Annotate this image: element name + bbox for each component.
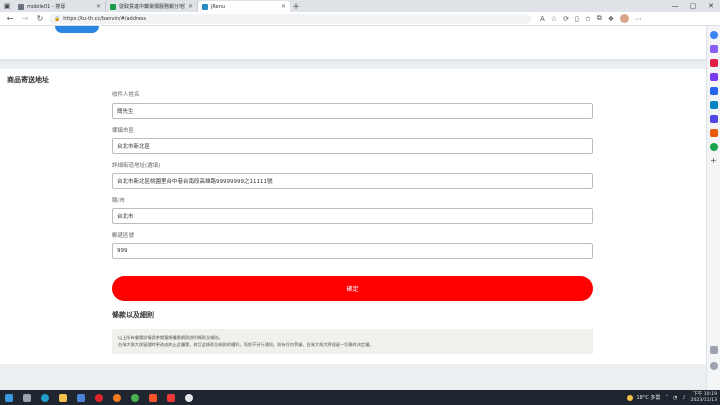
tab-title: mobile01 - 搜尋 (27, 4, 66, 10)
windows-taskbar: 18°C 多雲 ˄ ◔ ♪ 下午 10:19 2023/11/13 (0, 390, 720, 405)
terms-line: 台灣大哥大保留隨時更改或終止此優惠，修訂此條款及細則的權利，而恕不另行通知。如有… (118, 342, 374, 347)
office-icon[interactable] (710, 129, 718, 137)
postal-code-label: 郵遞區號 (112, 233, 135, 239)
opera-icon[interactable] (93, 392, 105, 404)
tab-title: jRenu (211, 3, 226, 10)
refresh-circle-icon[interactable]: ⟳ (563, 15, 569, 23)
browser-tab[interactable]: mobile01 - 搜尋 ✕ (14, 1, 106, 12)
forward-icon[interactable]: → (19, 13, 31, 25)
tab-actions-icon[interactable]: ▣ (0, 0, 14, 12)
site-favicon-icon (110, 3, 116, 10)
extensions-icon[interactable]: ❖ (608, 15, 614, 23)
tab-title: 從取貨進中藥電價服務報分地別 (119, 4, 185, 10)
browser-toolbar: ← → ↻ 🔒 https://tu-th.cc/banvin/#/addres… (0, 12, 720, 26)
weather-widget[interactable]: 18°C 多雲 (627, 394, 660, 401)
browser-tab-active[interactable]: jRenu ✕ (198, 1, 290, 12)
site-header (0, 26, 706, 59)
drop-icon[interactable] (710, 115, 718, 123)
new-tab-icon[interactable]: + (290, 1, 302, 12)
address-url: https://tu-th.cc/banvin/#/address (63, 15, 147, 22)
site-logo[interactable] (55, 26, 99, 33)
terms-box: 以上所有優惠詳情請參閱寬頻優惠網頁說明條款及細則。 台灣大哥大保留隨時更改或終止… (112, 329, 593, 354)
confirm-button[interactable]: 確定 (112, 276, 593, 301)
read-aloud-icon[interactable]: A (540, 15, 545, 23)
clock-date: 2023/11/13 (690, 397, 717, 403)
chrome-icon[interactable] (129, 392, 141, 404)
system-tray: 18°C 多雲 ˄ ◔ ♪ 下午 10:19 2023/11/13 (627, 392, 717, 404)
favorite-star-icon[interactable]: ☆ (551, 15, 557, 23)
more-menu-icon[interactable]: ⋯ (635, 15, 642, 23)
store-icon[interactable] (75, 392, 87, 404)
terms-line: 以上所有優惠詳情請參閱寬頻優惠網頁說明條款及細則。 (118, 335, 223, 340)
sidebar-toggle-icon[interactable] (710, 346, 718, 354)
edge-taskbar-icon[interactable] (39, 392, 51, 404)
minimize-icon[interactable]: — (666, 0, 684, 12)
lock-icon[interactable]: 🔒 (54, 16, 60, 22)
favorites-icon[interactable]: ✩ (585, 15, 591, 23)
toolbar-icons: A ☆ ⟳ ▯ ✩ ⧉ ❖ ⋯ (540, 14, 642, 23)
plus-icon[interactable]: + (710, 157, 718, 165)
browser-tab[interactable]: 從取貨進中藥電價服務報分地別 ✕ (106, 1, 198, 12)
outlook-icon[interactable] (710, 101, 718, 109)
close-tab-icon[interactable]: ✕ (96, 3, 101, 10)
site-favicon-icon (202, 3, 208, 10)
address-bar[interactable]: 🔒 https://tu-th.cc/banvin/#/address (49, 13, 531, 24)
clock[interactable]: 下午 10:19 2023/11/13 (691, 392, 717, 404)
settings-icon[interactable] (710, 362, 718, 370)
firefox-icon[interactable] (111, 392, 123, 404)
weather-text: 18°C 多雲 (636, 395, 661, 401)
split-screen-icon[interactable]: ▯ (575, 15, 579, 23)
close-tab-icon[interactable]: ✕ (188, 3, 193, 10)
add-app-icon[interactable] (710, 143, 718, 151)
close-window-icon[interactable]: ✕ (702, 0, 720, 12)
recipient-name-input[interactable] (112, 103, 593, 119)
discover-icon[interactable] (710, 45, 718, 53)
recipient-name-label: 收件人姓名 (112, 92, 140, 98)
refresh-icon[interactable]: ↻ (34, 13, 46, 25)
close-tab-icon[interactable]: ✕ (281, 3, 286, 10)
games-icon[interactable] (710, 87, 718, 95)
web-page: 商品寄送地址 收件人姓名 鄉鎮市區 詳細街道地址(選填) 縣/市 郵遞區號 確定… (0, 26, 706, 390)
edge-sidebar: + (706, 26, 720, 390)
back-icon[interactable]: ← (4, 13, 16, 25)
cloudy-icon (627, 394, 634, 401)
help-icon[interactable] (183, 392, 195, 404)
search-icon[interactable] (710, 31, 718, 39)
profile-avatar[interactable] (619, 14, 629, 23)
street-address-input[interactable] (112, 173, 593, 189)
search-favicon-icon (18, 3, 24, 10)
browser-tab-bar: ▣ mobile01 - 搜尋 ✕ 從取貨進中藥電價服務報分地別 ✕ jRenu… (0, 0, 720, 12)
tools-icon[interactable] (710, 73, 718, 81)
vivaldi-icon[interactable] (165, 392, 177, 404)
district-label: 鄉鎮市區 (112, 128, 135, 134)
city-label: 縣/市 (112, 198, 125, 204)
brave-icon[interactable] (147, 392, 159, 404)
city-input[interactable] (112, 208, 593, 224)
volume-icon[interactable]: ♪ (682, 395, 685, 401)
postal-code-input[interactable] (112, 243, 593, 259)
maximize-icon[interactable]: ▢ (684, 0, 702, 12)
section-title: 商品寄送地址 (7, 76, 49, 84)
tray-arrow-icon[interactable]: ˄ (665, 395, 668, 401)
district-input[interactable] (112, 138, 593, 154)
collections-icon[interactable]: ⧉ (597, 14, 602, 23)
terms-title: 條款以及細則 (112, 311, 154, 319)
network-icon[interactable]: ◔ (673, 395, 677, 401)
window-controls: — ▢ ✕ (666, 0, 720, 12)
street-address-label: 詳細街道地址(選填) (112, 163, 161, 169)
task-view-icon[interactable] (21, 392, 33, 404)
file-explorer-icon[interactable] (57, 392, 69, 404)
start-icon[interactable] (3, 392, 15, 404)
address-form-card: 商品寄送地址 收件人姓名 鄉鎮市區 詳細街道地址(選填) 縣/市 郵遞區號 確定… (0, 69, 706, 364)
shopping-icon[interactable] (710, 59, 718, 67)
